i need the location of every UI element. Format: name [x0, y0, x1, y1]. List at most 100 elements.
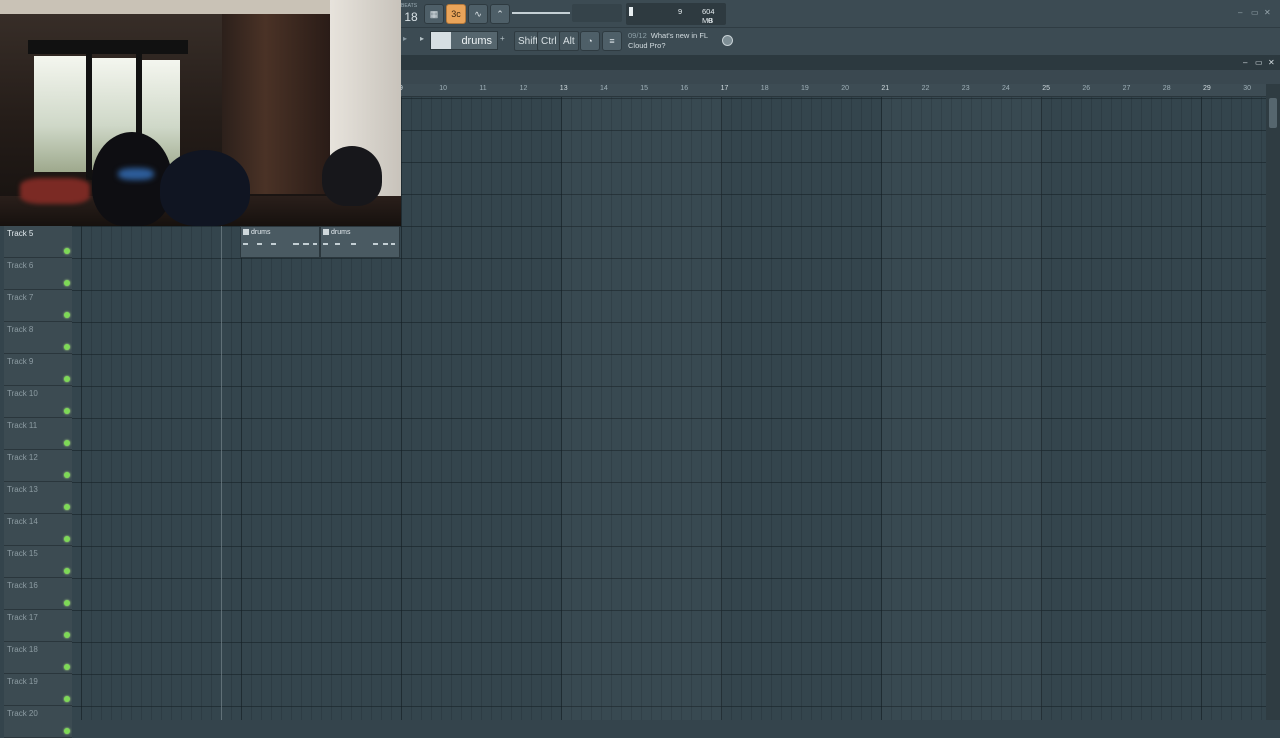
metronome-icon[interactable]: ◔ [580, 31, 600, 51]
step-sequencer-icon[interactable]: 3c [446, 4, 466, 24]
wave-icon[interactable]: ∿ [468, 4, 488, 24]
track-header[interactable]: Track 7 [4, 290, 72, 322]
track-name: Track 14 [7, 517, 38, 526]
track-name: Track 5 [7, 229, 34, 238]
track-header[interactable]: Track 18 [4, 642, 72, 674]
track-name: Track 17 [7, 613, 38, 622]
alt-button[interactable]: Alt [559, 31, 579, 51]
track-mute-led-icon[interactable] [64, 600, 70, 606]
ruler-tick: 21 [881, 85, 890, 92]
polyphony-value: 0 [708, 16, 713, 25]
track-header[interactable]: Track 6 [4, 258, 72, 290]
track-mute-led-icon[interactable] [64, 632, 70, 638]
ruler-tick: 18 [760, 85, 769, 92]
pattern-prev-icon[interactable]: ▸ [420, 34, 424, 43]
pitch-icon[interactable]: ⌃ [490, 4, 510, 24]
track-mute-led-icon[interactable] [64, 440, 70, 446]
cpu-memory-monitor[interactable]: 9 604 MB 0 [626, 3, 726, 25]
pattern-clip[interactable]: drums [240, 226, 320, 258]
master-volume-slider[interactable] [512, 12, 570, 14]
track-header[interactable]: Track 12 [4, 450, 72, 482]
track-name: Track 6 [7, 261, 34, 270]
ruler-tick: 17 [720, 85, 729, 92]
horizontal-scrollbar[interactable] [401, 70, 1280, 84]
ruler-tick: 10 [439, 85, 447, 92]
track-mute-led-icon[interactable] [64, 376, 70, 382]
ruler-tick: 12 [519, 85, 528, 92]
news-date: 09/12 [628, 31, 647, 40]
ruler-tick: 20 [841, 85, 849, 92]
ruler-tick: 25 [1042, 85, 1050, 92]
track-name: Track 8 [7, 325, 34, 334]
track-header[interactable]: Track 9 [4, 354, 72, 386]
track-mute-led-icon[interactable] [64, 728, 70, 734]
ruler-tick: 29 [1203, 85, 1211, 92]
track-name: Track 13 [7, 485, 38, 494]
track-header[interactable]: Track 19 [4, 674, 72, 706]
vertical-scrollbar[interactable] [1266, 84, 1280, 720]
playhead[interactable] [221, 226, 222, 720]
track-mute-led-icon[interactable] [64, 472, 70, 478]
webcam-overlay [0, 0, 401, 226]
track-mute-led-icon[interactable] [64, 568, 70, 574]
pattern-clip[interactable]: drums [320, 226, 400, 258]
app-minimize-icon[interactable]: – [1238, 8, 1242, 17]
track-mute-led-icon[interactable] [64, 504, 70, 510]
app-maximize-icon[interactable]: ▭ [1251, 8, 1259, 17]
track-header[interactable]: Track 11 [4, 418, 72, 450]
track-mute-led-icon[interactable] [64, 408, 70, 414]
track-header[interactable]: Track 5 [4, 226, 72, 258]
globe-icon[interactable] [722, 35, 733, 46]
playlist-titlebar [401, 55, 1280, 84]
track-name: Track 16 [7, 581, 38, 590]
track-header[interactable]: Track 14 [4, 514, 72, 546]
ruler-tick: 27 [1122, 85, 1131, 92]
track-header[interactable]: Track 8 [4, 322, 72, 354]
news-panel[interactable]: 09/12 What's new in FL Cloud Pro? [628, 31, 728, 51]
ruler-tick: 23 [961, 85, 970, 92]
track-header[interactable]: Track 13 [4, 482, 72, 514]
playlist-close-icon[interactable]: ✕ [1268, 58, 1275, 67]
track-mute-led-icon[interactable] [64, 344, 70, 350]
track-header[interactable]: Track 10 [4, 386, 72, 418]
track-header[interactable]: Track 16 [4, 578, 72, 610]
track-name: Track 19 [7, 677, 38, 686]
master-pitch-slider[interactable] [572, 4, 622, 22]
piano-roll-icon[interactable]: ▦ [424, 4, 444, 24]
track-name: Track 11 [7, 421, 38, 430]
pattern-selector[interactable]: drums [430, 31, 498, 50]
track-header[interactable]: Track 15 [4, 546, 72, 578]
track-mute-led-icon[interactable] [64, 664, 70, 670]
pattern-name: drums [461, 34, 492, 47]
ruler-tick: 11 [479, 85, 487, 92]
track-mute-led-icon[interactable] [64, 312, 70, 318]
tempo-display[interactable]: 18 [400, 2, 422, 26]
app-close-icon[interactable]: ✕ [1264, 8, 1271, 17]
track-mute-led-icon[interactable] [64, 248, 70, 254]
track-mute-led-icon[interactable] [64, 696, 70, 702]
ruler-tick: 13 [559, 85, 568, 92]
store-icon[interactable]: ≡ [602, 31, 622, 51]
ctrl-button[interactable]: Ctrl [537, 31, 561, 51]
playlist-maximize-icon[interactable]: ▭ [1255, 58, 1263, 67]
pattern-add-icon[interactable]: + [500, 34, 505, 43]
track-headers: Track 5 Track 6 Track 7 Track 8 Track 9 Track… [0, 226, 72, 738]
clip-label: drums [331, 229, 351, 236]
scroll-thumb[interactable] [1269, 98, 1277, 128]
track-name: Track 10 [7, 389, 38, 398]
clip-label: drums [251, 229, 271, 236]
timeline-ruler[interactable]: 9101112131415161718192021222324252627282… [399, 84, 1266, 97]
track-header[interactable]: Track 20 [4, 706, 72, 738]
play-arrow-icon[interactable]: ▸ [403, 34, 407, 43]
pattern-icon [243, 229, 249, 236]
memory-value: 604 MB [702, 7, 715, 25]
track-mute-led-icon[interactable] [64, 280, 70, 286]
ruler-tick: 14 [600, 85, 608, 92]
playlist-minimize-icon[interactable]: – [1243, 58, 1247, 67]
ruler-tick: 22 [921, 85, 930, 92]
track-name: Track 12 [7, 453, 38, 462]
ruler-tick: 19 [801, 85, 809, 92]
track-header[interactable]: Track 17 [4, 610, 72, 642]
track-mute-led-icon[interactable] [64, 536, 70, 542]
track-name: Track 9 [7, 357, 34, 366]
